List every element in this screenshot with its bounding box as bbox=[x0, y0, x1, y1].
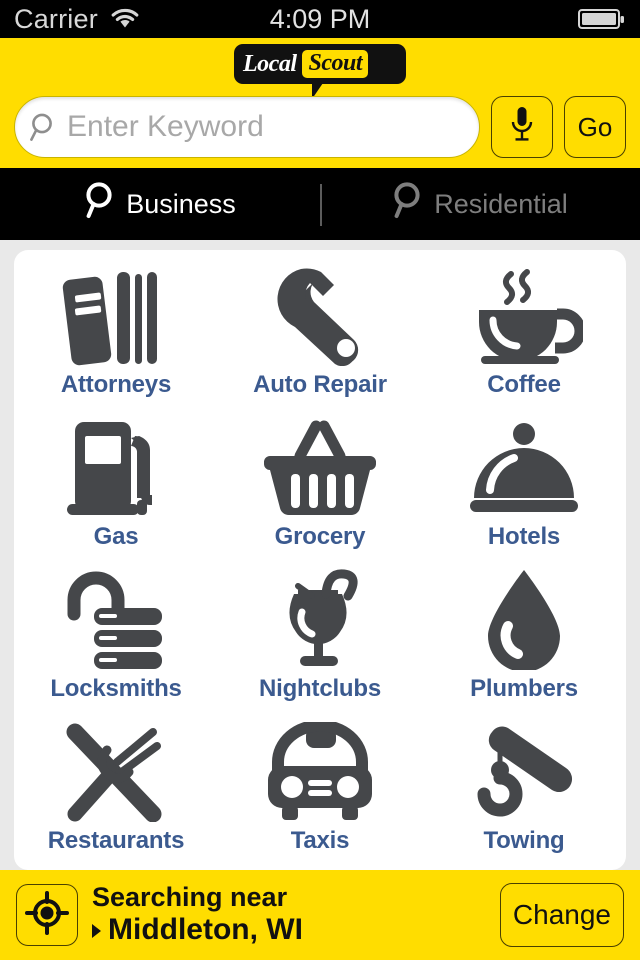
search-row: Go bbox=[0, 96, 640, 158]
category-label: Taxis bbox=[290, 826, 350, 854]
category-label: Nightclubs bbox=[259, 674, 381, 702]
category-taxis[interactable]: Taxis bbox=[218, 710, 422, 862]
tab-business[interactable]: Business bbox=[0, 168, 320, 240]
padlock-key-icon bbox=[60, 566, 172, 670]
cocktail-glass-icon bbox=[268, 566, 372, 670]
app-logo: Local Scout bbox=[234, 44, 406, 99]
serving-dome-icon bbox=[466, 414, 582, 518]
battery-icon bbox=[578, 7, 626, 31]
wifi-icon bbox=[110, 8, 140, 30]
go-button[interactable]: Go bbox=[564, 96, 626, 158]
category-locksmiths[interactable]: Locksmiths bbox=[14, 558, 218, 710]
category-coffee[interactable]: Coffee bbox=[422, 254, 626, 406]
category-label: Restaurants bbox=[47, 826, 185, 854]
search-input[interactable] bbox=[67, 110, 465, 144]
category-nightclubs[interactable]: Nightclubs bbox=[218, 558, 422, 710]
category-label: Coffee bbox=[487, 370, 561, 398]
taxi-car-icon bbox=[262, 718, 378, 822]
search-type-tabs: Business Residential bbox=[0, 168, 640, 240]
tab-residential-label: Residential bbox=[434, 188, 568, 219]
category-grocery[interactable]: Grocery bbox=[218, 406, 422, 558]
change-location-button[interactable]: Change bbox=[499, 883, 624, 947]
microphone-icon bbox=[509, 105, 535, 150]
category-label: Gas bbox=[93, 522, 139, 550]
shopping-basket-icon bbox=[264, 414, 376, 518]
status-bar: Carrier 4:09 PM bbox=[0, 0, 640, 38]
wrench-icon bbox=[267, 262, 373, 366]
tab-residential[interactable]: Residential bbox=[320, 168, 640, 240]
logo-text-scout: Scout bbox=[302, 50, 368, 78]
current-location: Middleton, WI bbox=[92, 913, 486, 947]
category-grid-area: Attorneys Auto Repair Coffee Gas Grocery… bbox=[0, 240, 640, 870]
app-root: Carrier 4:09 PM Local Scout Enter Keywor… bbox=[0, 0, 640, 960]
chevron-right-icon bbox=[92, 923, 101, 938]
search-icon bbox=[392, 180, 426, 229]
coffee-cup-icon bbox=[465, 262, 583, 366]
current-location-label: Middleton, WI bbox=[108, 913, 303, 947]
category-towing[interactable]: Towing bbox=[422, 710, 626, 862]
water-drop-icon bbox=[476, 566, 572, 670]
category-label: Attorneys bbox=[60, 370, 172, 398]
location-crosshair-icon bbox=[25, 890, 69, 940]
location-bar: Searching near Middleton, WI Change bbox=[0, 870, 640, 960]
category-auto-repair[interactable]: Auto Repair bbox=[218, 254, 422, 406]
law-books-icon bbox=[61, 262, 171, 366]
knife-fork-icon bbox=[61, 718, 171, 822]
category-label: Hotels bbox=[487, 522, 561, 550]
tow-hook-icon bbox=[470, 718, 578, 822]
search-icon bbox=[29, 111, 59, 143]
category-label: Plumbers bbox=[470, 674, 578, 702]
category-restaurants[interactable]: Restaurants bbox=[14, 710, 218, 862]
category-label: Locksmiths bbox=[50, 674, 182, 702]
locate-me-button[interactable] bbox=[16, 884, 78, 946]
app-header: Local Scout Enter Keyword Go bbox=[0, 38, 640, 168]
category-label: Towing bbox=[483, 826, 565, 854]
searching-near-label: Searching near bbox=[92, 882, 288, 913]
change-button-label: Change bbox=[512, 899, 611, 930]
search-box[interactable] bbox=[14, 96, 480, 158]
category-attorneys[interactable]: Attorneys bbox=[14, 254, 218, 406]
voice-search-button[interactable] bbox=[491, 96, 553, 158]
category-card: Attorneys Auto Repair Coffee Gas Grocery… bbox=[14, 250, 626, 870]
category-label: Grocery bbox=[274, 522, 366, 550]
logo-text-local: Local bbox=[243, 50, 297, 77]
gas-pump-icon bbox=[61, 414, 171, 518]
category-label: Auto Repair bbox=[253, 370, 387, 398]
category-plumbers[interactable]: Plumbers bbox=[422, 558, 626, 710]
tab-business-label: Business bbox=[126, 188, 236, 219]
category-hotels[interactable]: Hotels bbox=[422, 406, 626, 558]
go-button-label: Go bbox=[577, 111, 613, 142]
carrier-label: Carrier bbox=[14, 3, 98, 34]
search-icon bbox=[84, 180, 118, 229]
category-gas[interactable]: Gas bbox=[14, 406, 218, 558]
tab-divider bbox=[320, 184, 322, 226]
location-text[interactable]: Searching near Middleton, WI bbox=[92, 883, 486, 947]
